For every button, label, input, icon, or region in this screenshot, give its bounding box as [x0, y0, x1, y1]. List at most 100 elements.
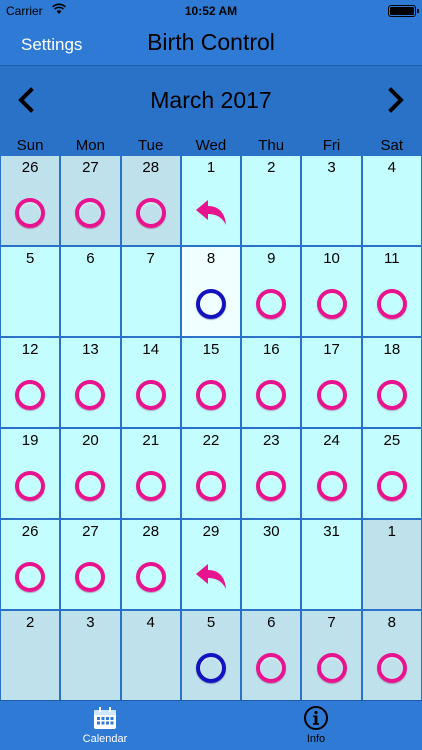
calendar-day-cell[interactable]: 21: [121, 429, 180, 518]
calendar-day-cell[interactable]: 24: [302, 429, 361, 518]
pink-ring-icon: [15, 380, 46, 410]
day-number: 15: [202, 341, 220, 358]
pink-ring-icon: [75, 198, 106, 228]
calendar-day-cell[interactable]: 5: [1, 247, 60, 336]
day-number: 18: [383, 341, 401, 358]
calendar-day-cell[interactable]: 13: [61, 338, 120, 427]
day-number: 26: [21, 523, 39, 540]
weekday-label: Sat: [380, 137, 403, 154]
pink-ring-icon: [75, 471, 106, 501]
pink-ring-icon: [15, 471, 46, 501]
calendar-day-cell[interactable]: 31: [302, 520, 361, 609]
day-number: 9: [267, 250, 276, 267]
day-number: 13: [82, 341, 99, 358]
day-number: 22: [202, 432, 220, 449]
calendar-day-cell[interactable]: 15: [181, 338, 241, 427]
day-number: 11: [384, 250, 400, 267]
calendar-day-cell[interactable]: 27: [61, 156, 120, 245]
blue-ring-icon: [195, 653, 226, 683]
status-time: 10:52 AM: [184, 4, 238, 18]
blue-ring-icon: [195, 289, 226, 319]
calendar-day-cell[interactable]: 2: [242, 156, 301, 245]
day-number: 8: [206, 250, 216, 267]
calendar-day-cell[interactable]: 22: [181, 429, 241, 518]
next-month-button[interactable]: [382, 87, 408, 113]
calendar-day-cell[interactable]: 6: [61, 247, 120, 336]
calendar-day-cell[interactable]: 2: [1, 611, 60, 700]
day-number: 17: [323, 341, 340, 358]
calendar-day-cell[interactable]: 1: [362, 520, 421, 609]
day-number: 8: [387, 614, 397, 631]
calendar-day-cell[interactable]: 3: [61, 611, 120, 700]
day-number: 3: [327, 159, 336, 176]
pink-ring-icon: [135, 471, 166, 501]
weekday-label: Wed: [195, 137, 227, 154]
tab-info[interactable]: Info: [281, 705, 351, 745]
page-title: Birth Control: [147, 29, 275, 55]
calendar-day-cell[interactable]: 26: [1, 520, 60, 609]
day-number: 14: [142, 341, 160, 358]
calendar-day-cell[interactable]: 18: [362, 338, 421, 427]
day-number: 30: [262, 523, 280, 540]
calendar-day-cell[interactable]: 3: [302, 156, 361, 245]
day-number: 10: [323, 250, 340, 267]
calendar-day-cell[interactable]: 19: [1, 429, 60, 518]
calendar-day-cell[interactable]: 26: [1, 156, 60, 245]
calendar-day-cell[interactable]: 27: [61, 520, 120, 609]
day-number: 7: [146, 250, 155, 267]
calendar-day-cell[interactable]: 12: [1, 338, 60, 427]
calendar-day-cell[interactable]: 5: [181, 611, 241, 700]
day-number: 27: [82, 159, 99, 176]
month-header: March 2017: [0, 66, 422, 134]
pink-ring-icon: [256, 380, 287, 410]
calendar-day-cell[interactable]: 9: [242, 247, 301, 336]
calendar-day-cell[interactable]: 10: [302, 247, 361, 336]
pink-ring-icon: [376, 471, 407, 501]
tab-calendar[interactable]: Calendar: [70, 705, 140, 745]
weekday-label: Mon: [75, 137, 105, 154]
calendar-grid: 26 27 28 1 2 3 4 5 6 7 8 9 10 11 12 13 14 15 16 17 18 19 20 21 2…: [0, 156, 422, 700]
calendar-day-cell[interactable]: 28: [121, 520, 180, 609]
reply-arrow-icon: [195, 200, 226, 225]
pink-ring-icon: [376, 289, 407, 319]
calendar-day-cell[interactable]: 7: [121, 247, 180, 336]
pink-ring-icon: [316, 653, 347, 683]
weekday-label: Sun: [16, 137, 44, 154]
day-number: 12: [21, 341, 39, 358]
calendar-day-cell[interactable]: 17: [302, 338, 361, 427]
calendar-day-cell[interactable]: 11: [362, 247, 421, 336]
pink-ring-icon: [75, 380, 106, 410]
calendar-icon: [94, 707, 116, 729]
calendar-day-cell[interactable]: 14: [121, 338, 180, 427]
day-number: 28: [142, 523, 160, 540]
calendar-day-cell[interactable]: 1: [181, 156, 241, 245]
weekday-header: Sun Mon Tue Wed Thu Fri Sat: [0, 134, 422, 156]
day-number: 31: [323, 523, 340, 540]
day-number: 24: [323, 432, 340, 449]
calendar-day-cell[interactable]: 8: [181, 247, 241, 336]
pink-ring-icon: [316, 471, 347, 501]
pink-ring-icon: [195, 471, 226, 501]
pink-ring-icon: [316, 380, 347, 410]
calendar-day-cell[interactable]: 25: [362, 429, 421, 518]
day-number: 26: [21, 159, 39, 176]
calendar-day-cell[interactable]: 29: [181, 520, 241, 609]
calendar-day-cell[interactable]: 4: [362, 156, 421, 245]
pink-ring-icon: [316, 289, 347, 319]
calendar-day-cell[interactable]: 4: [121, 611, 180, 700]
calendar-day-cell[interactable]: 30: [242, 520, 301, 609]
tab-info-label: Info: [306, 733, 326, 745]
calendar-day-cell[interactable]: 28: [121, 156, 180, 245]
calendar-day-cell[interactable]: 23: [242, 429, 301, 518]
day-number: 16: [262, 341, 280, 358]
day-number: 23: [262, 432, 280, 449]
day-number: 4: [146, 614, 155, 631]
calendar-day-cell[interactable]: 6: [242, 611, 301, 700]
pink-ring-icon: [135, 562, 166, 592]
calendar-day-cell[interactable]: 7: [302, 611, 361, 700]
calendar-day-cell[interactable]: 8: [362, 611, 421, 700]
day-number: 29: [202, 523, 220, 540]
battery-icon: [388, 5, 419, 17]
calendar-day-cell[interactable]: 16: [242, 338, 301, 427]
calendar-day-cell[interactable]: 20: [61, 429, 120, 518]
